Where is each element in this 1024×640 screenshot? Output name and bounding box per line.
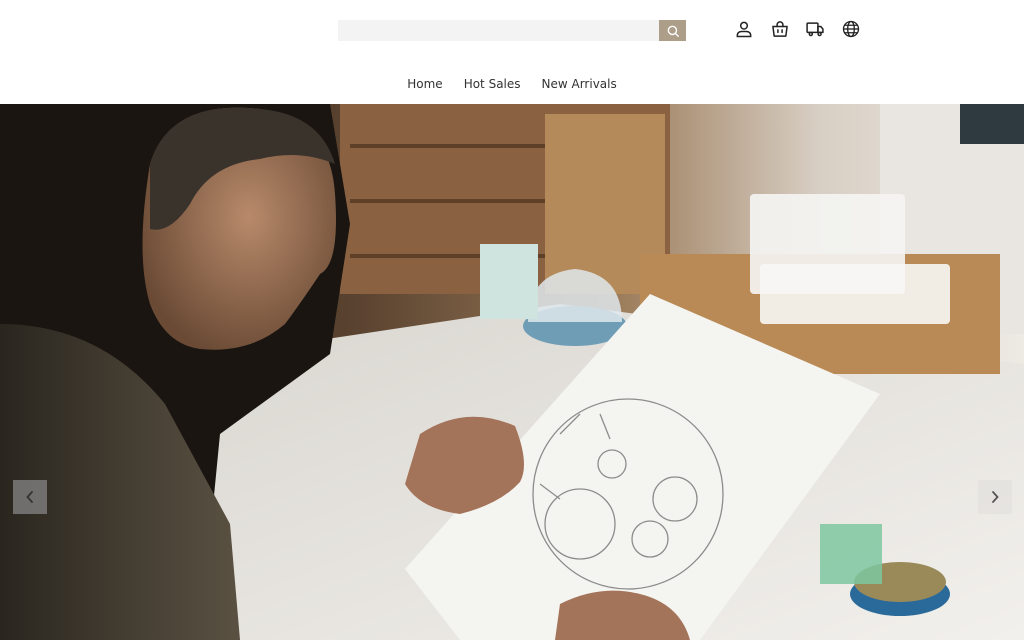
hero-image	[0, 104, 1024, 640]
order-tracking-button[interactable]	[804, 18, 826, 40]
chevron-left-icon	[26, 491, 33, 503]
site-header: Home Hot Sales New Arrivals	[0, 0, 1024, 104]
search-bar	[338, 20, 686, 41]
chevron-right-icon	[992, 491, 999, 503]
cart-button[interactable]	[769, 18, 791, 40]
search-input[interactable]	[338, 20, 660, 41]
language-button[interactable]	[840, 18, 862, 40]
nav-new-arrivals[interactable]: New Arrivals	[542, 76, 617, 92]
user-icon	[736, 21, 752, 38]
carousel-prev-button[interactable]	[13, 480, 47, 514]
search-icon	[667, 25, 679, 37]
header-icons	[733, 18, 875, 40]
globe-icon	[842, 20, 859, 38]
nav-hot-sales[interactable]: Hot Sales	[464, 76, 521, 92]
search-button[interactable]	[659, 20, 686, 41]
delivery-truck-icon	[806, 22, 824, 37]
shopping-bag-icon	[771, 21, 788, 37]
carousel-next-button[interactable]	[978, 480, 1012, 514]
account-button[interactable]	[733, 18, 755, 40]
main-nav: Home Hot Sales New Arrivals	[0, 76, 1024, 92]
hero-carousel	[0, 104, 1024, 640]
nav-home[interactable]: Home	[407, 76, 442, 92]
